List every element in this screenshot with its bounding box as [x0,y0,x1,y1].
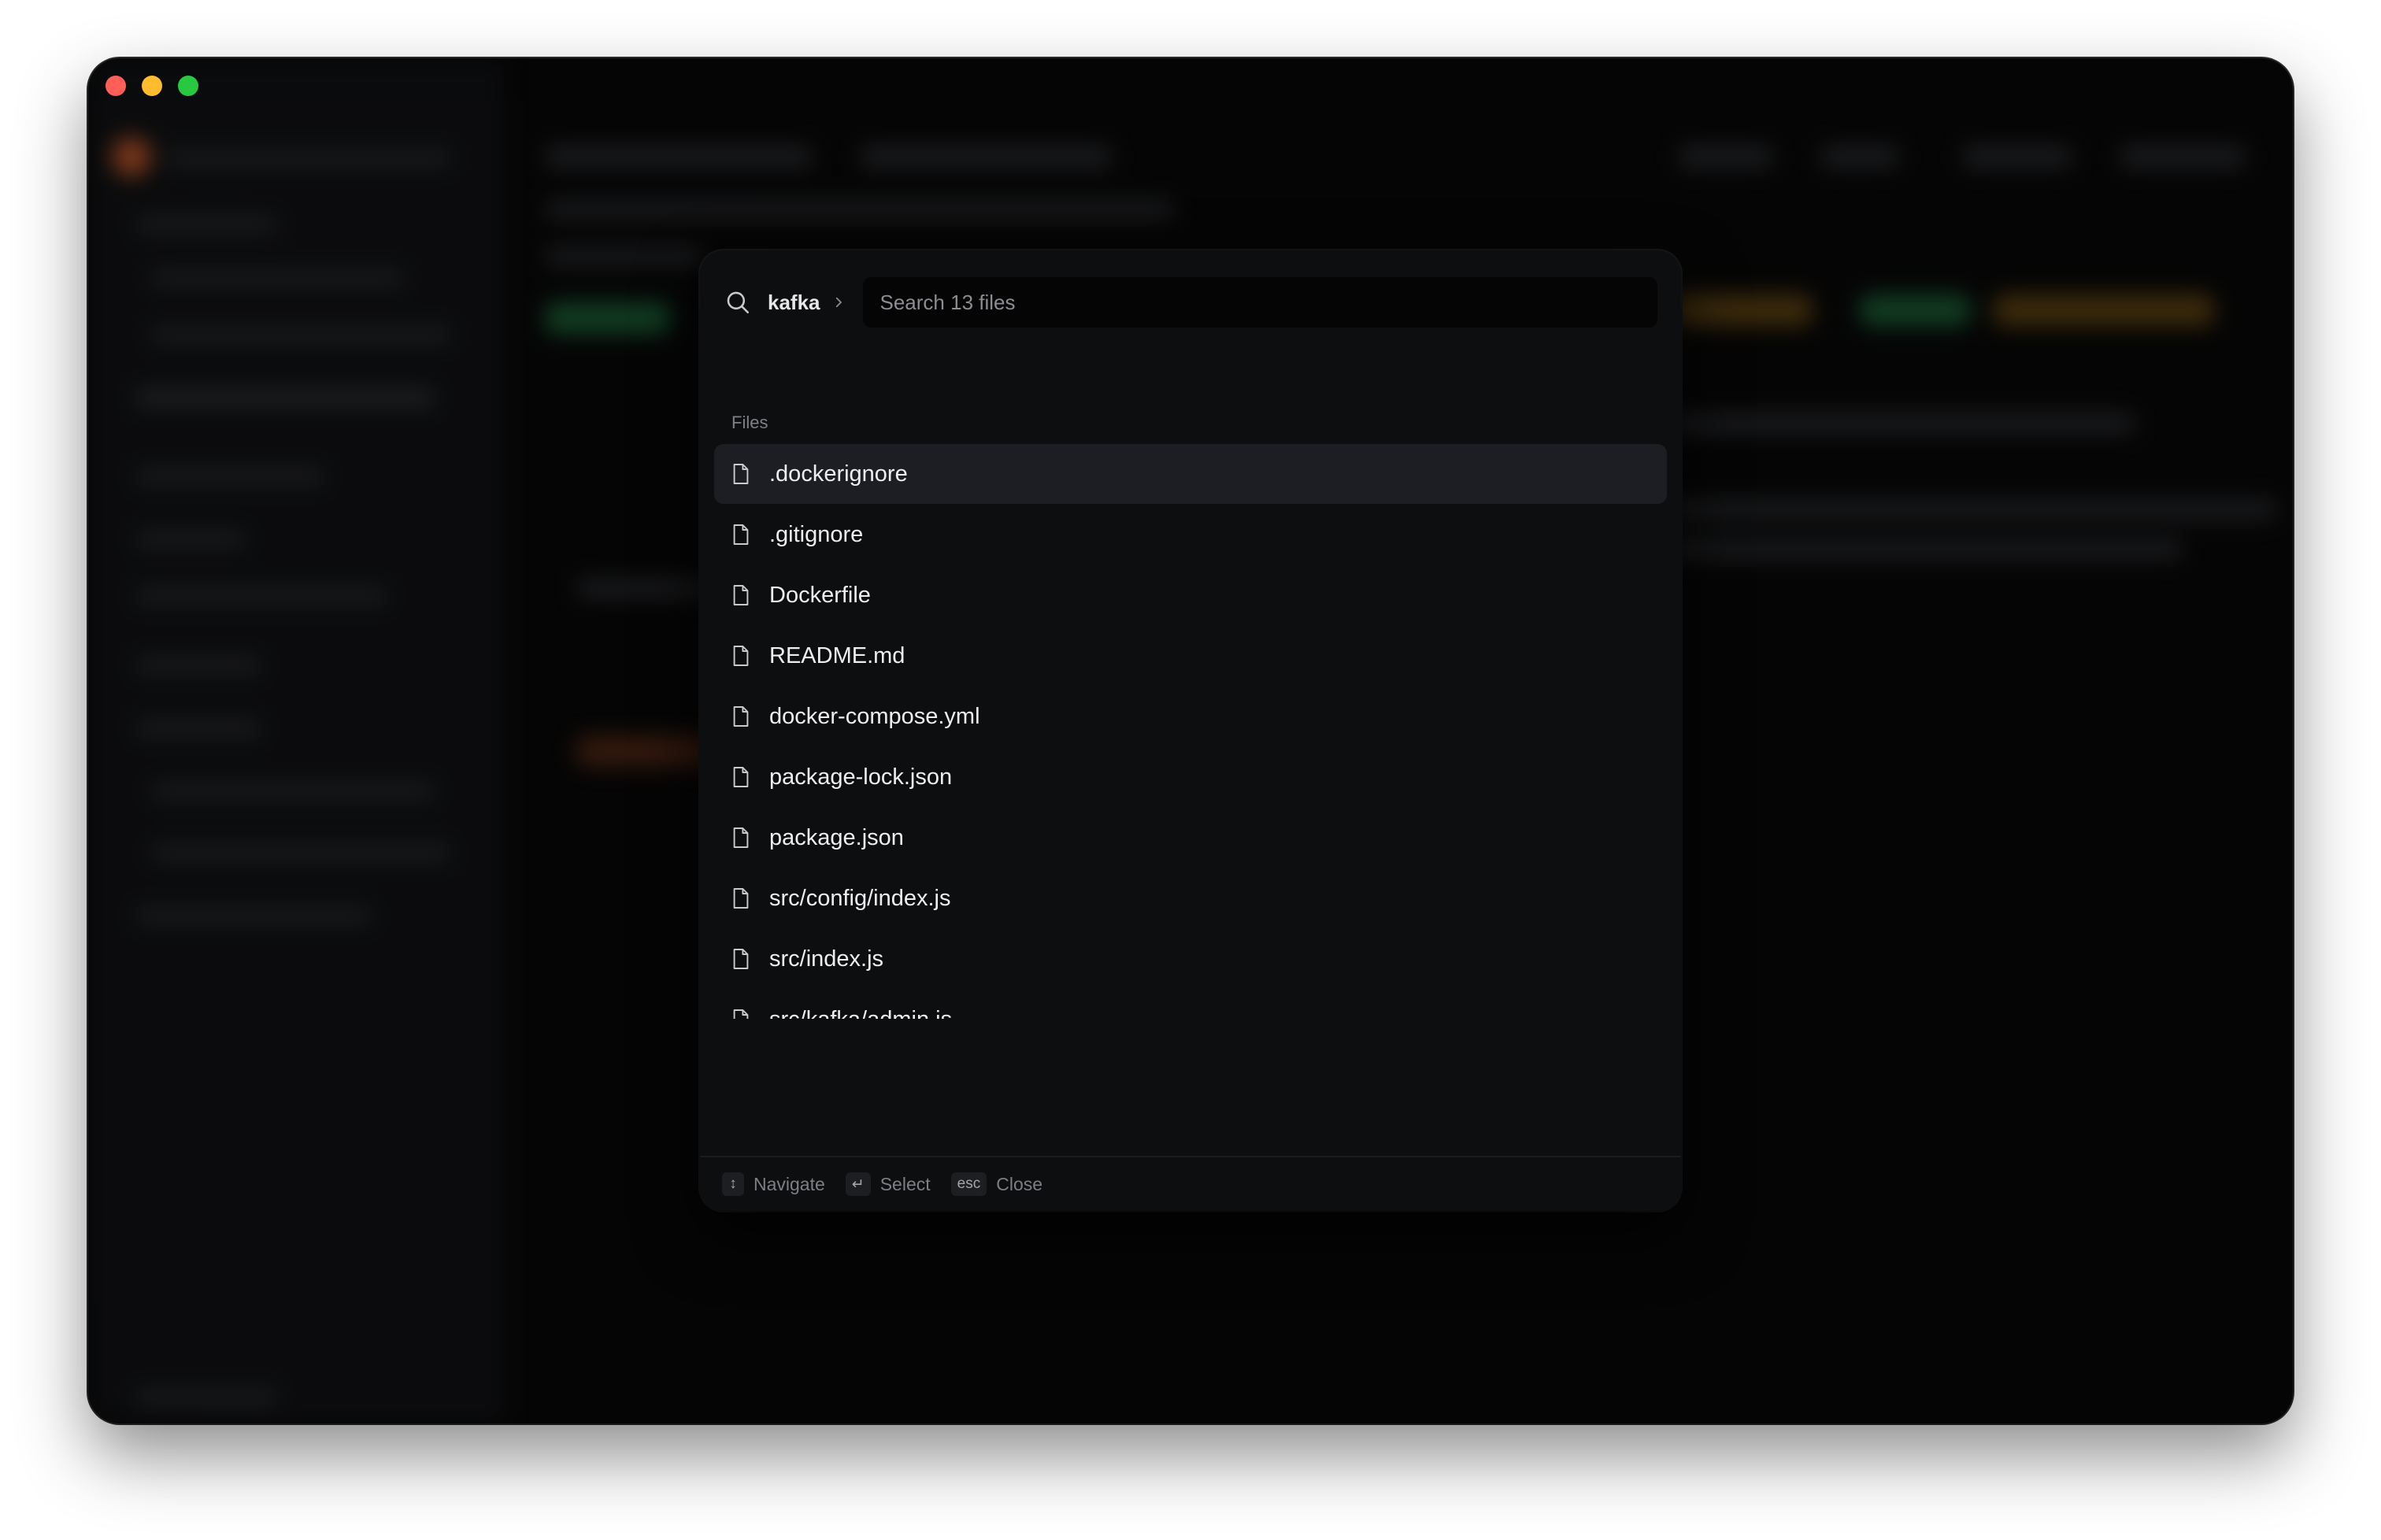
background-badge [545,302,671,334]
traffic-lights [106,76,198,96]
background-bar [135,1389,277,1406]
esc-key: esc [950,1172,987,1196]
file-list[interactable]: .dockerignore .gitignore Dockerfile README.… [714,444,1667,1019]
background-badge [1671,294,1813,326]
background-bar [151,269,403,287]
file-list-item[interactable]: .gitignore [714,505,1667,565]
file-icon [731,705,752,728]
file-list-item[interactable]: Dockerfile [714,565,1667,625]
background-bar [167,150,450,167]
close-window-button[interactable] [106,76,126,96]
minimize-window-button[interactable] [142,76,162,96]
file-name: Dockerfile [769,582,871,608]
shortcut-hints: ↕ Navigate ↵ Select esc Close [700,1156,1681,1211]
background-bar [545,145,813,168]
close-hint: esc Close [950,1172,1043,1196]
search-icon [724,288,752,317]
file-name: docker-compose.yml [769,703,980,729]
background-bar [151,326,450,343]
files-section-label: Files [731,413,768,432]
screen: kafka Files .dockerignore .gitignore Docke… [0,0,2381,1540]
background-logo [112,137,151,176]
file-icon [731,765,752,789]
file-name: src/config/index.js [769,885,951,911]
file-name: package-lock.json [769,764,953,790]
select-key: ↵ [845,1172,871,1196]
file-list-item[interactable]: docker-compose.yml [714,687,1667,746]
navigate-label: Navigate [754,1173,825,1194]
background-bar [1663,413,2135,435]
file-icon [731,947,752,971]
background-bar [135,720,261,737]
file-name: src/index.js [769,946,884,972]
background-bar [135,468,324,485]
app-window: kafka Files .dockerignore .gitignore Docke… [88,58,2293,1423]
background-bar [545,247,702,266]
file-list-item[interactable]: package.json [714,808,1667,868]
background-badge [1860,294,1970,326]
file-list-item[interactable]: .dockerignore [714,444,1667,504]
background-bar [860,145,1112,168]
file-name: src/kafka/admin.js [769,1007,952,1020]
background-bar [151,844,450,861]
background-bar [151,783,435,800]
navigate-hint: ↕ Navigate [722,1172,825,1196]
background-bar [135,531,246,548]
file-icon [731,644,752,668]
file-list-item[interactable]: package-lock.json [714,747,1667,807]
background-bar [135,907,372,924]
background-badge [1994,294,2214,326]
background-bar [1679,145,1773,168]
background-bar [135,389,435,406]
background-bar [1820,145,1899,168]
scope-label[interactable]: kafka [768,291,820,315]
file-name: .dockerignore [769,461,908,487]
chevron-right-icon [831,294,847,310]
select-label: Select [879,1173,931,1194]
file-icon [731,826,752,850]
file-name: README.md [769,642,905,668]
file-icon [731,1008,752,1019]
file-search-palette: kafka Files .dockerignore .gitignore Docke… [700,250,1681,1211]
background-bar [2120,145,2246,168]
navigate-key: ↕ [722,1172,744,1196]
file-list-item[interactable]: README.md [714,626,1667,686]
search-input[interactable] [862,277,1657,328]
file-name: package.json [769,824,904,850]
background-bar [135,657,261,674]
search-row: kafka [724,277,1657,328]
file-icon [731,887,752,910]
file-name: .gitignore [769,521,864,547]
zoom-window-button[interactable] [178,76,198,96]
file-list-item[interactable]: src/config/index.js [714,868,1667,928]
file-icon [731,523,752,546]
background-bar [135,587,387,605]
select-hint: ↵ Select [845,1172,931,1196]
close-label: Close [996,1173,1043,1194]
file-list-item[interactable]: src/kafka/admin.js [714,990,1667,1019]
file-icon [731,462,752,486]
background-bar [135,216,277,233]
background-sidebar [88,58,505,1423]
background-bar [1962,145,2072,168]
file-list-item[interactable]: src/index.js [714,929,1667,989]
file-icon [731,583,752,607]
background-bar [545,200,1175,219]
